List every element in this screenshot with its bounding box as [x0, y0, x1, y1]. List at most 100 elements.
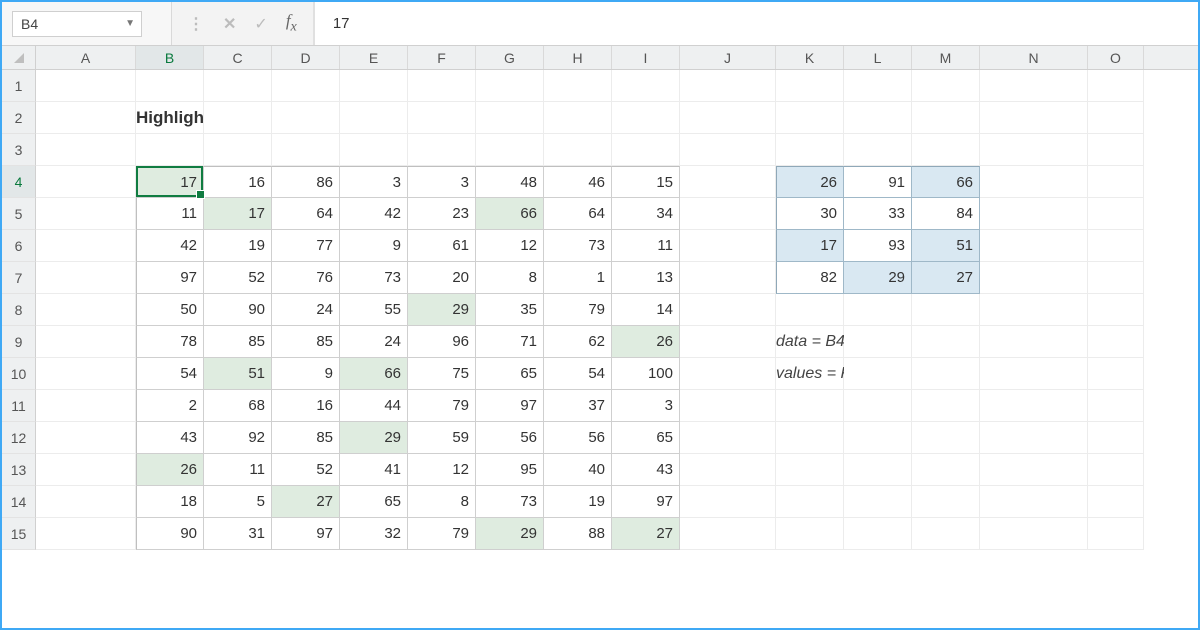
select-all-triangle[interactable] — [2, 46, 36, 69]
cell-C9[interactable]: 85 — [204, 326, 272, 358]
chevron-down-icon[interactable]: ▼ — [125, 18, 135, 29]
cell-D11[interactable]: 16 — [272, 390, 340, 422]
cell-J2[interactable] — [680, 102, 776, 134]
cell-O7[interactable] — [1088, 262, 1144, 294]
column-header-L[interactable]: L — [844, 46, 912, 69]
cell-E3[interactable] — [340, 134, 408, 166]
cell-C7[interactable]: 52 — [204, 262, 272, 294]
cell-F11[interactable]: 79 — [408, 390, 476, 422]
fx-icon[interactable]: fx — [286, 11, 297, 35]
cell-O12[interactable] — [1088, 422, 1144, 454]
cell-L3[interactable] — [844, 134, 912, 166]
formula-input[interactable]: 17 — [314, 2, 1198, 45]
cell-H10[interactable]: 54 — [544, 358, 612, 390]
cell-A5[interactable] — [36, 198, 136, 230]
cell-B11[interactable]: 2 — [136, 390, 204, 422]
cancel-icon[interactable]: ✕ — [223, 14, 236, 34]
cell-B4[interactable]: 17 — [136, 166, 204, 198]
cell-L1[interactable] — [844, 70, 912, 102]
column-header-I[interactable]: I — [612, 46, 680, 69]
cell-O15[interactable] — [1088, 518, 1144, 550]
cell-B9[interactable]: 78 — [136, 326, 204, 358]
cell-F10[interactable]: 75 — [408, 358, 476, 390]
cell-B15[interactable]: 90 — [136, 518, 204, 550]
cell-J14[interactable] — [680, 486, 776, 518]
cell-M8[interactable] — [912, 294, 980, 326]
cell-D10[interactable]: 9 — [272, 358, 340, 390]
cell-E1[interactable] — [340, 70, 408, 102]
cell-D14[interactable]: 27 — [272, 486, 340, 518]
row-header-15[interactable]: 15 — [2, 518, 36, 550]
cell-F3[interactable] — [408, 134, 476, 166]
cell-K9[interactable]: data = B4:I15 — [776, 326, 844, 358]
cell-D6[interactable]: 77 — [272, 230, 340, 262]
cell-I8[interactable]: 14 — [612, 294, 680, 326]
cell-E15[interactable]: 32 — [340, 518, 408, 550]
column-header-F[interactable]: F — [408, 46, 476, 69]
cell-H13[interactable]: 40 — [544, 454, 612, 486]
cell-N11[interactable] — [980, 390, 1088, 422]
cell-G9[interactable]: 71 — [476, 326, 544, 358]
cell-H6[interactable]: 73 — [544, 230, 612, 262]
cell-N8[interactable] — [980, 294, 1088, 326]
cell-A3[interactable] — [36, 134, 136, 166]
cell-B14[interactable]: 18 — [136, 486, 204, 518]
cell-M3[interactable] — [912, 134, 980, 166]
cell-C4[interactable]: 16 — [204, 166, 272, 198]
cell-K3[interactable] — [776, 134, 844, 166]
cell-C8[interactable]: 90 — [204, 294, 272, 326]
cell-C5[interactable]: 17 — [204, 198, 272, 230]
cell-A8[interactable] — [36, 294, 136, 326]
cell-K8[interactable] — [776, 294, 844, 326]
cell-O11[interactable] — [1088, 390, 1144, 422]
cell-O1[interactable] — [1088, 70, 1144, 102]
cell-A11[interactable] — [36, 390, 136, 422]
cell-K5[interactable]: 30 — [776, 198, 844, 230]
cell-D9[interactable]: 85 — [272, 326, 340, 358]
cell-A14[interactable] — [36, 486, 136, 518]
cell-M7[interactable]: 27 — [912, 262, 980, 294]
cell-L9[interactable] — [844, 326, 912, 358]
cell-E8[interactable]: 55 — [340, 294, 408, 326]
cell-L15[interactable] — [844, 518, 912, 550]
cell-D15[interactable]: 97 — [272, 518, 340, 550]
cell-E9[interactable]: 24 — [340, 326, 408, 358]
cell-J1[interactable] — [680, 70, 776, 102]
cell-I7[interactable]: 13 — [612, 262, 680, 294]
cell-J13[interactable] — [680, 454, 776, 486]
cell-L7[interactable]: 29 — [844, 262, 912, 294]
row-header-12[interactable]: 12 — [2, 422, 36, 454]
cell-G2[interactable] — [476, 102, 544, 134]
column-header-H[interactable]: H — [544, 46, 612, 69]
cell-C6[interactable]: 19 — [204, 230, 272, 262]
cell-G3[interactable] — [476, 134, 544, 166]
cell-I5[interactable]: 34 — [612, 198, 680, 230]
cell-O5[interactable] — [1088, 198, 1144, 230]
cell-F4[interactable]: 3 — [408, 166, 476, 198]
cell-B5[interactable]: 11 — [136, 198, 204, 230]
cell-O14[interactable] — [1088, 486, 1144, 518]
cell-J8[interactable] — [680, 294, 776, 326]
cell-O13[interactable] — [1088, 454, 1144, 486]
column-header-K[interactable]: K — [776, 46, 844, 69]
cell-C10[interactable]: 51 — [204, 358, 272, 390]
cell-I4[interactable]: 15 — [612, 166, 680, 198]
cell-F7[interactable]: 20 — [408, 262, 476, 294]
cell-N13[interactable] — [980, 454, 1088, 486]
cell-C3[interactable] — [204, 134, 272, 166]
cell-E10[interactable]: 66 — [340, 358, 408, 390]
cell-L6[interactable]: 93 — [844, 230, 912, 262]
cell-E11[interactable]: 44 — [340, 390, 408, 422]
cell-G6[interactable]: 12 — [476, 230, 544, 262]
cell-M12[interactable] — [912, 422, 980, 454]
cell-K12[interactable] — [776, 422, 844, 454]
row-header-8[interactable]: 8 — [2, 294, 36, 326]
cell-A7[interactable] — [36, 262, 136, 294]
cell-A13[interactable] — [36, 454, 136, 486]
row-header-6[interactable]: 6 — [2, 230, 36, 262]
cell-L8[interactable] — [844, 294, 912, 326]
cell-F8[interactable]: 29 — [408, 294, 476, 326]
cell-G4[interactable]: 48 — [476, 166, 544, 198]
row-header-10[interactable]: 10 — [2, 358, 36, 390]
cell-H9[interactable]: 62 — [544, 326, 612, 358]
